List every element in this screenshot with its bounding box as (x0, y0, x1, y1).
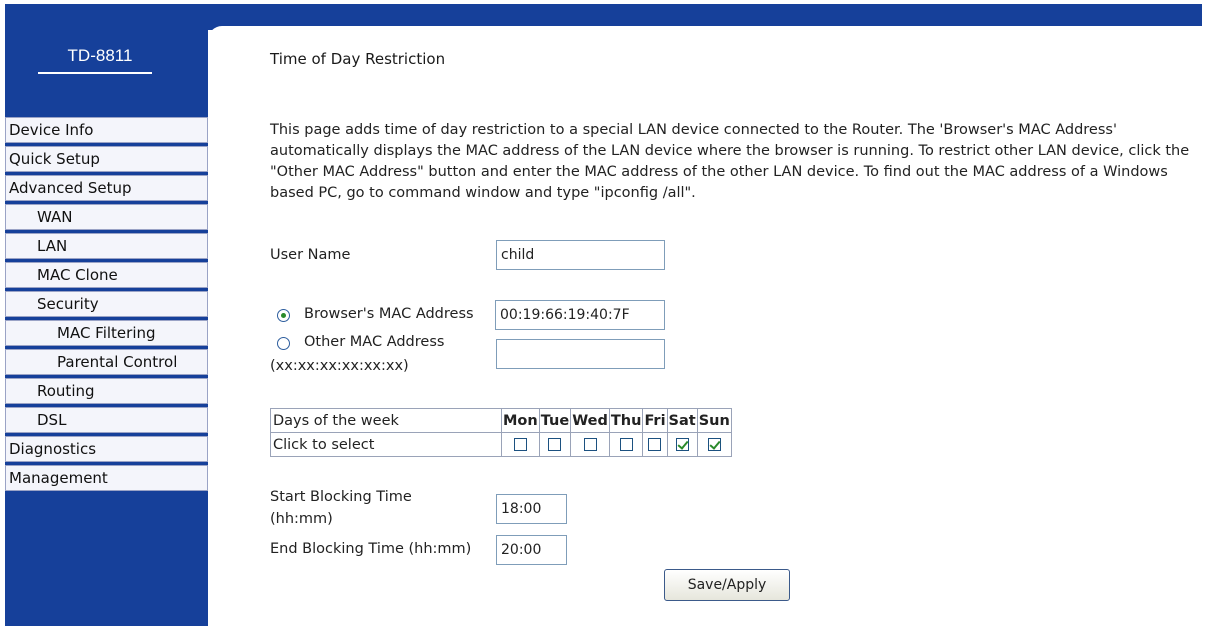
other-mac-format-hint: (xx:xx:xx:xx:xx:xx) (270, 358, 409, 374)
end-time-label: End Blocking Time (hh:mm) (270, 541, 472, 557)
browser-mac-radio[interactable] (277, 309, 290, 322)
user-name-input[interactable]: child (496, 240, 665, 270)
cell-thu (608, 432, 644, 457)
checkbox-tue[interactable] (548, 438, 562, 451)
other-mac-label: Other MAC Address (304, 334, 445, 350)
brand-underline (38, 72, 152, 74)
checkbox-wed[interactable] (583, 438, 597, 451)
days-row-select: Click to select (270, 432, 502, 457)
sidebar-item-mac-clone[interactable]: MAC Clone (5, 262, 208, 288)
day-mon: Mon (501, 408, 540, 433)
page-description: This page adds time of day restriction t… (270, 122, 1190, 201)
checkbox-sun[interactable] (707, 438, 721, 451)
day-fri: Fri (642, 408, 668, 433)
start-time-label-line2: (hh:mm) (270, 511, 333, 527)
days-select-row: Click to select (270, 432, 732, 457)
sidebar-item-diagnostics[interactable]: Diagnostics (5, 436, 208, 462)
checkbox-fri[interactable] (648, 438, 662, 451)
other-mac-radio[interactable] (277, 337, 290, 350)
days-header-row: Days of the week Mon Tue Wed Thu Fri Sat… (270, 408, 732, 433)
sidebar-item-mac-filtering[interactable]: MAC Filtering (5, 320, 208, 346)
radio-selected-dot (281, 313, 286, 318)
sidebar-item-routing[interactable]: Routing (5, 378, 208, 404)
end-time-input[interactable]: 20:00 (496, 535, 567, 565)
cell-sat (666, 432, 698, 457)
save-apply-button[interactable]: Save/Apply (664, 569, 790, 601)
sidebar-item-wan[interactable]: WAN (5, 204, 208, 230)
sidebar-item-lan[interactable]: LAN (5, 233, 208, 259)
day-thu: Thu (608, 408, 644, 433)
cell-mon (501, 432, 540, 457)
sidebar-menu: Device Info Quick Setup Advanced Setup W… (5, 117, 208, 494)
cell-fri (642, 432, 668, 457)
sidebar-item-device-info[interactable]: Device Info (5, 117, 208, 143)
sidebar-item-quick-setup[interactable]: Quick Setup (5, 146, 208, 172)
days-table: Days of the week Mon Tue Wed Thu Fri Sat… (270, 408, 732, 457)
page-title: Time of Day Restriction (270, 50, 446, 68)
day-sat: Sat (666, 408, 698, 433)
day-tue: Tue (538, 408, 572, 433)
sidebar-item-parental-control[interactable]: Parental Control (5, 349, 208, 375)
content-area (208, 26, 1202, 626)
cell-tue (538, 432, 572, 457)
checkbox-thu[interactable] (619, 438, 633, 451)
day-wed: Wed (570, 408, 610, 433)
checkbox-sat[interactable] (675, 438, 689, 451)
other-mac-input[interactable] (496, 339, 665, 369)
checkbox-mon[interactable] (513, 438, 527, 451)
cell-wed (570, 432, 610, 457)
browser-mac-field: 00:19:66:19:40:7F (495, 300, 665, 330)
start-time-label-line1: Start Blocking Time (270, 489, 412, 505)
sidebar-item-management[interactable]: Management (5, 465, 208, 491)
sidebar-item-security[interactable]: Security (5, 291, 208, 317)
sidebar-item-advanced-setup[interactable]: Advanced Setup (5, 175, 208, 201)
days-row-header: Days of the week (270, 408, 502, 433)
cell-sun (696, 432, 732, 457)
sidebar-item-dsl[interactable]: DSL (5, 407, 208, 433)
user-name-label: User Name (270, 247, 351, 263)
browser-mac-label: Browser's MAC Address (304, 306, 474, 322)
brand-model: TD-8811 (67, 46, 133, 65)
start-time-input[interactable]: 18:00 (496, 494, 567, 524)
day-sun: Sun (696, 408, 732, 433)
